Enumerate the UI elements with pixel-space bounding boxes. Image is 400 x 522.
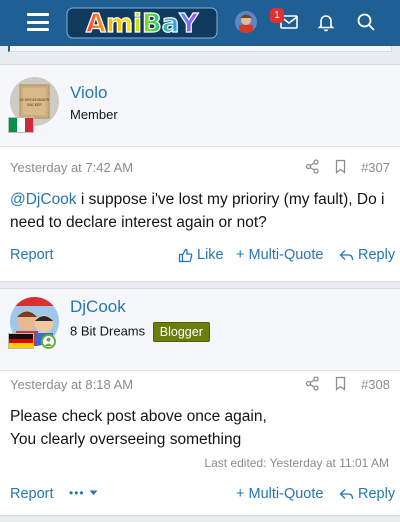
user-title-row: 8 Bit Dreams Blogger bbox=[70, 322, 210, 342]
bell-icon[interactable] bbox=[315, 11, 337, 33]
reply-label: Reply bbox=[358, 247, 396, 263]
like-label: Like bbox=[197, 247, 224, 263]
search-icon[interactable] bbox=[355, 11, 377, 33]
more-label: ••• bbox=[69, 486, 85, 500]
more-options-button[interactable]: ••• bbox=[69, 486, 98, 500]
reply-icon bbox=[339, 488, 354, 499]
report-button[interactable]: Report bbox=[10, 247, 54, 263]
reply-label: Reply bbox=[358, 486, 396, 502]
online-status-icon bbox=[41, 334, 56, 349]
multi-quote-label: + Multi-Quote bbox=[236, 486, 324, 502]
post-user-header: DjCook 8 Bit Dreams Blogger bbox=[0, 289, 400, 371]
post-user-header: SCHROEDINGER BACKER Violo Member bbox=[0, 65, 400, 147]
reply-icon bbox=[339, 249, 354, 260]
menu-icon[interactable] bbox=[27, 13, 49, 31]
thumbs-up-icon bbox=[178, 248, 193, 262]
last-edited-note: Last edited: Yesterday at 11:01 AM bbox=[204, 456, 389, 470]
username[interactable]: Violo bbox=[70, 83, 108, 103]
post-date[interactable]: Yesterday at 7:42 AM bbox=[10, 160, 133, 175]
post-308: DjCook 8 Bit Dreams Blogger Yesterday at… bbox=[0, 288, 400, 516]
report-label: Report bbox=[10, 247, 54, 263]
chevron-down-icon bbox=[89, 490, 98, 495]
flag-italy-icon bbox=[8, 117, 34, 133]
bookmark-icon[interactable] bbox=[333, 159, 348, 174]
user-title: 8 Bit Dreams bbox=[70, 323, 146, 339]
site-logo[interactable]: AmiBaY bbox=[66, 5, 218, 41]
report-label: Report bbox=[10, 486, 54, 502]
multi-quote-button[interactable]: + Multi-Quote bbox=[236, 486, 323, 502]
previous-content-edge bbox=[0, 46, 400, 58]
like-button[interactable]: Like bbox=[178, 247, 224, 263]
post-number[interactable]: #307 bbox=[361, 160, 390, 175]
post-body: @DjCook i suppose i've lost my prioriry … bbox=[10, 188, 390, 234]
blogger-badge: Blogger bbox=[152, 322, 210, 342]
post-body-line: Please check post above once again, bbox=[10, 408, 267, 425]
mention-link[interactable]: @DjCook bbox=[10, 191, 77, 208]
post-body-line: You clearly overseeing something bbox=[10, 431, 242, 448]
reply-button[interactable]: Reply bbox=[339, 247, 395, 263]
share-icon[interactable] bbox=[305, 159, 320, 174]
flag-germany-icon bbox=[8, 333, 34, 349]
multi-quote-label: + Multi-Quote bbox=[236, 247, 324, 263]
post-body: Please check post above once again, You … bbox=[10, 405, 390, 451]
post-date[interactable]: Yesterday at 8:18 AM bbox=[10, 377, 133, 392]
post-307: SCHROEDINGER BACKER Violo Member Yesterd… bbox=[0, 64, 400, 282]
username[interactable]: DjCook bbox=[70, 297, 126, 317]
svg-text:BACKER: BACKER bbox=[27, 103, 42, 107]
bookmark-icon[interactable] bbox=[333, 376, 348, 391]
user-avatar[interactable] bbox=[235, 11, 257, 33]
top-navbar: AmiBaY 1 bbox=[0, 0, 400, 46]
post-number[interactable]: #308 bbox=[361, 377, 390, 392]
svg-text:SCHROEDINGER: SCHROEDINGER bbox=[20, 98, 50, 102]
logo-text: AmiBaY bbox=[86, 9, 199, 39]
user-title: Member bbox=[70, 107, 118, 122]
post-meta: Yesterday at 8:18 AM #308 bbox=[0, 369, 400, 399]
reply-button[interactable]: Reply bbox=[339, 486, 395, 502]
report-button[interactable]: Report bbox=[10, 486, 54, 502]
share-icon[interactable] bbox=[305, 376, 320, 391]
post-meta: Yesterday at 7:42 AM #307 bbox=[0, 152, 400, 182]
multi-quote-button[interactable]: + Multi-Quote bbox=[236, 247, 323, 263]
notification-badge: 1 bbox=[270, 8, 284, 23]
post-actions: Report ••• + Multi-Quote Reply bbox=[0, 482, 400, 508]
post-actions: Report Like + Multi-Quote Reply bbox=[0, 243, 400, 269]
